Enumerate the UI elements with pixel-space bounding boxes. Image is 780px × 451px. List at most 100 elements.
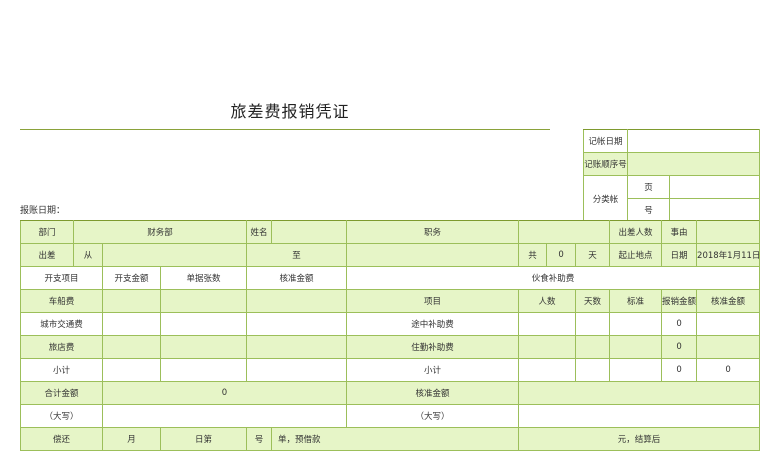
vehicle-fee-approved[interactable] [246, 289, 348, 313]
expense-amount-header: 开支金额 [102, 266, 161, 290]
total-approved-field[interactable] [518, 381, 761, 405]
receipt-count-header: 单据张数 [159, 266, 248, 290]
repay-label: 偿还 [20, 427, 103, 451]
num-label: 号 [246, 427, 273, 451]
city-transport-receipts[interactable] [159, 312, 248, 336]
table-row: 开支项目 开支金额 单据张数 核准金额 伙食补助费 [20, 266, 761, 290]
capital-approved-field[interactable] [518, 404, 761, 428]
day-label: 日第 [159, 427, 248, 451]
total-amount-value: 0 [101, 381, 348, 405]
allowance-subtotal-standard [609, 358, 663, 382]
people-header: 人数 [518, 289, 577, 313]
travel-allowance-approved[interactable] [696, 312, 761, 336]
allowance-subtotal-approved: 0 [696, 358, 761, 382]
name-field[interactable] [271, 220, 348, 244]
days-unit: 天 [575, 243, 611, 267]
allowance-subtotal-days [575, 358, 611, 382]
table-row: （大写） （大写） [20, 404, 761, 428]
allowance-subtotal-people [518, 358, 577, 382]
stay-allowance-standard[interactable] [609, 335, 663, 359]
from-label: 从 [73, 243, 103, 267]
allowance-subtotal-label: 小计 [346, 358, 520, 382]
title-underline [20, 129, 550, 130]
stay-allowance-label: 住勤补助费 [346, 335, 520, 359]
standard-header: 标准 [609, 289, 663, 313]
item-header: 项目 [346, 289, 520, 313]
to-label: 至 [246, 243, 348, 267]
days-header: 天数 [575, 289, 611, 313]
subtotal-amount [102, 358, 161, 382]
table-row: 合计金额 0 核准金额 [20, 381, 761, 405]
to-field[interactable] [346, 243, 520, 267]
travel-allowance-people[interactable] [518, 312, 577, 336]
city-transport-amount[interactable] [102, 312, 161, 336]
subtotal-approved [246, 358, 348, 382]
travel-allowance-standard[interactable] [609, 312, 663, 336]
travel-allowance-days[interactable] [575, 312, 611, 336]
total-approved-label: 核准金额 [346, 381, 520, 405]
page-label: 页 [627, 175, 670, 199]
allowance-subtotal-claim: 0 [661, 358, 698, 382]
number-field[interactable] [669, 198, 760, 222]
hotel-fee-receipts[interactable] [159, 335, 248, 359]
stay-allowance-claim: 0 [661, 335, 698, 359]
hotel-fee-amount[interactable] [102, 335, 161, 359]
hotel-fee-approved[interactable] [246, 335, 348, 359]
stay-allowance-approved[interactable] [696, 335, 761, 359]
capital-field[interactable] [101, 404, 348, 428]
claim-amount-header: 报销金额 [661, 289, 698, 313]
record-date-label: 记帐日期 [583, 129, 628, 153]
expense-item-header: 开支项目 [20, 266, 103, 290]
table-row: 车船费 项目 人数 天数 标准 报销金额 核准金额 [20, 289, 761, 313]
record-seq-label: 记账顺序号 [583, 152, 628, 176]
record-seq-field[interactable] [627, 152, 760, 176]
dept-value[interactable]: 财务部 [72, 220, 248, 244]
category-label: 分类帐 [583, 175, 628, 222]
travelers-label: 出差人数 [609, 220, 663, 244]
ledger-table: 记帐日期 记账顺序号 分类帐 页 号 [583, 129, 760, 222]
dept-label: 部门 [20, 220, 74, 244]
capital-label: （大写） [20, 404, 103, 428]
number-label: 号 [627, 198, 670, 222]
total-label: 共 [518, 243, 548, 267]
month-label: 月 [102, 427, 161, 451]
name-label: 姓名 [246, 220, 273, 244]
date-label: 日期 [661, 243, 698, 267]
table-row: 偿还 月 日第 号 单，预借款 元，结算后 [20, 427, 761, 451]
from-field[interactable] [101, 243, 248, 267]
vehicle-fee-receipts[interactable] [159, 289, 248, 313]
allowance-approved-header: 核准金额 [696, 289, 761, 313]
position-label: 职务 [346, 220, 520, 244]
report-date-label: 报账日期： [20, 206, 66, 216]
table-row: 小计 小计 0 0 [20, 358, 761, 382]
subtotal-label: 小计 [20, 358, 103, 382]
stay-allowance-people[interactable] [518, 335, 577, 359]
vehicle-fee-label: 车船费 [20, 289, 103, 313]
vehicle-fee-amount[interactable] [102, 289, 161, 313]
table-row: 出差 从 至 共 0 天 起止地点 日期 2018年1月11日 [20, 243, 761, 267]
city-transport-approved[interactable] [246, 312, 348, 336]
hotel-fee-label: 旅店费 [20, 335, 103, 359]
table-row: 旅店费 住勤补助费 0 [20, 335, 761, 359]
approved-amount-header: 核准金额 [246, 266, 348, 290]
date-value[interactable]: 2018年1月11日 [696, 243, 761, 267]
days-value[interactable]: 0 [546, 243, 577, 267]
stay-allowance-days[interactable] [575, 335, 611, 359]
advance-label: 单，预借款 [271, 427, 520, 451]
city-transport-label: 城市交通费 [20, 312, 103, 336]
table-row: 部门 财务部 姓名 职务 出差人数 事由 [20, 220, 761, 244]
reason-field[interactable] [696, 220, 761, 244]
route-label: 起止地点 [609, 243, 663, 267]
position-field[interactable] [518, 220, 611, 244]
travel-allowance-claim: 0 [661, 312, 698, 336]
page-field[interactable] [669, 175, 760, 199]
capital-approved-label: （大写） [346, 404, 520, 428]
travel-allowance-label: 途中补助费 [346, 312, 520, 336]
record-date-field[interactable] [627, 129, 760, 153]
settle-label: 元，结算后 [518, 427, 761, 451]
subtotal-receipts [159, 358, 248, 382]
total-amount-label: 合计金额 [20, 381, 103, 405]
trip-label: 出差 [20, 243, 74, 267]
reason-label: 事由 [661, 220, 698, 244]
page-title: 旅差费报销凭证 [230, 102, 350, 121]
